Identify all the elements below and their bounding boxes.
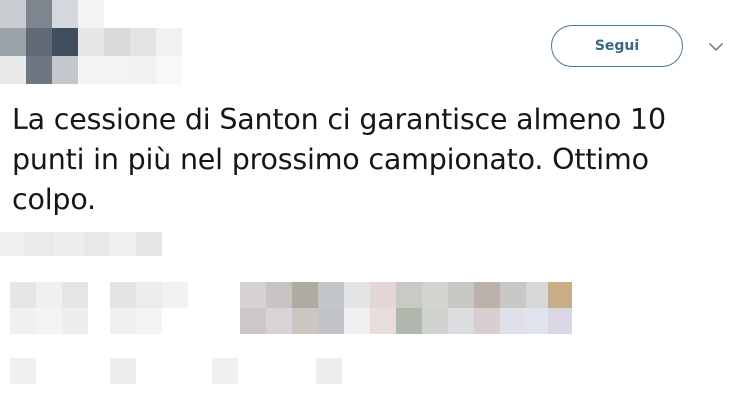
tweet-text: La cessione di Santon ci garantisce alme… [12, 103, 666, 216]
engagement-stats-redacted [0, 280, 736, 336]
pixelated-avatar-image [0, 0, 182, 84]
chevron-down-icon[interactable] [705, 38, 727, 56]
timestamp-redacted [0, 226, 200, 260]
tweet-actions-redacted[interactable] [0, 352, 400, 388]
author-avatar-redacted[interactable] [0, 0, 210, 84]
chevron-down-icon-shape [709, 42, 723, 51]
follow-button[interactable]: Segui [551, 25, 683, 67]
